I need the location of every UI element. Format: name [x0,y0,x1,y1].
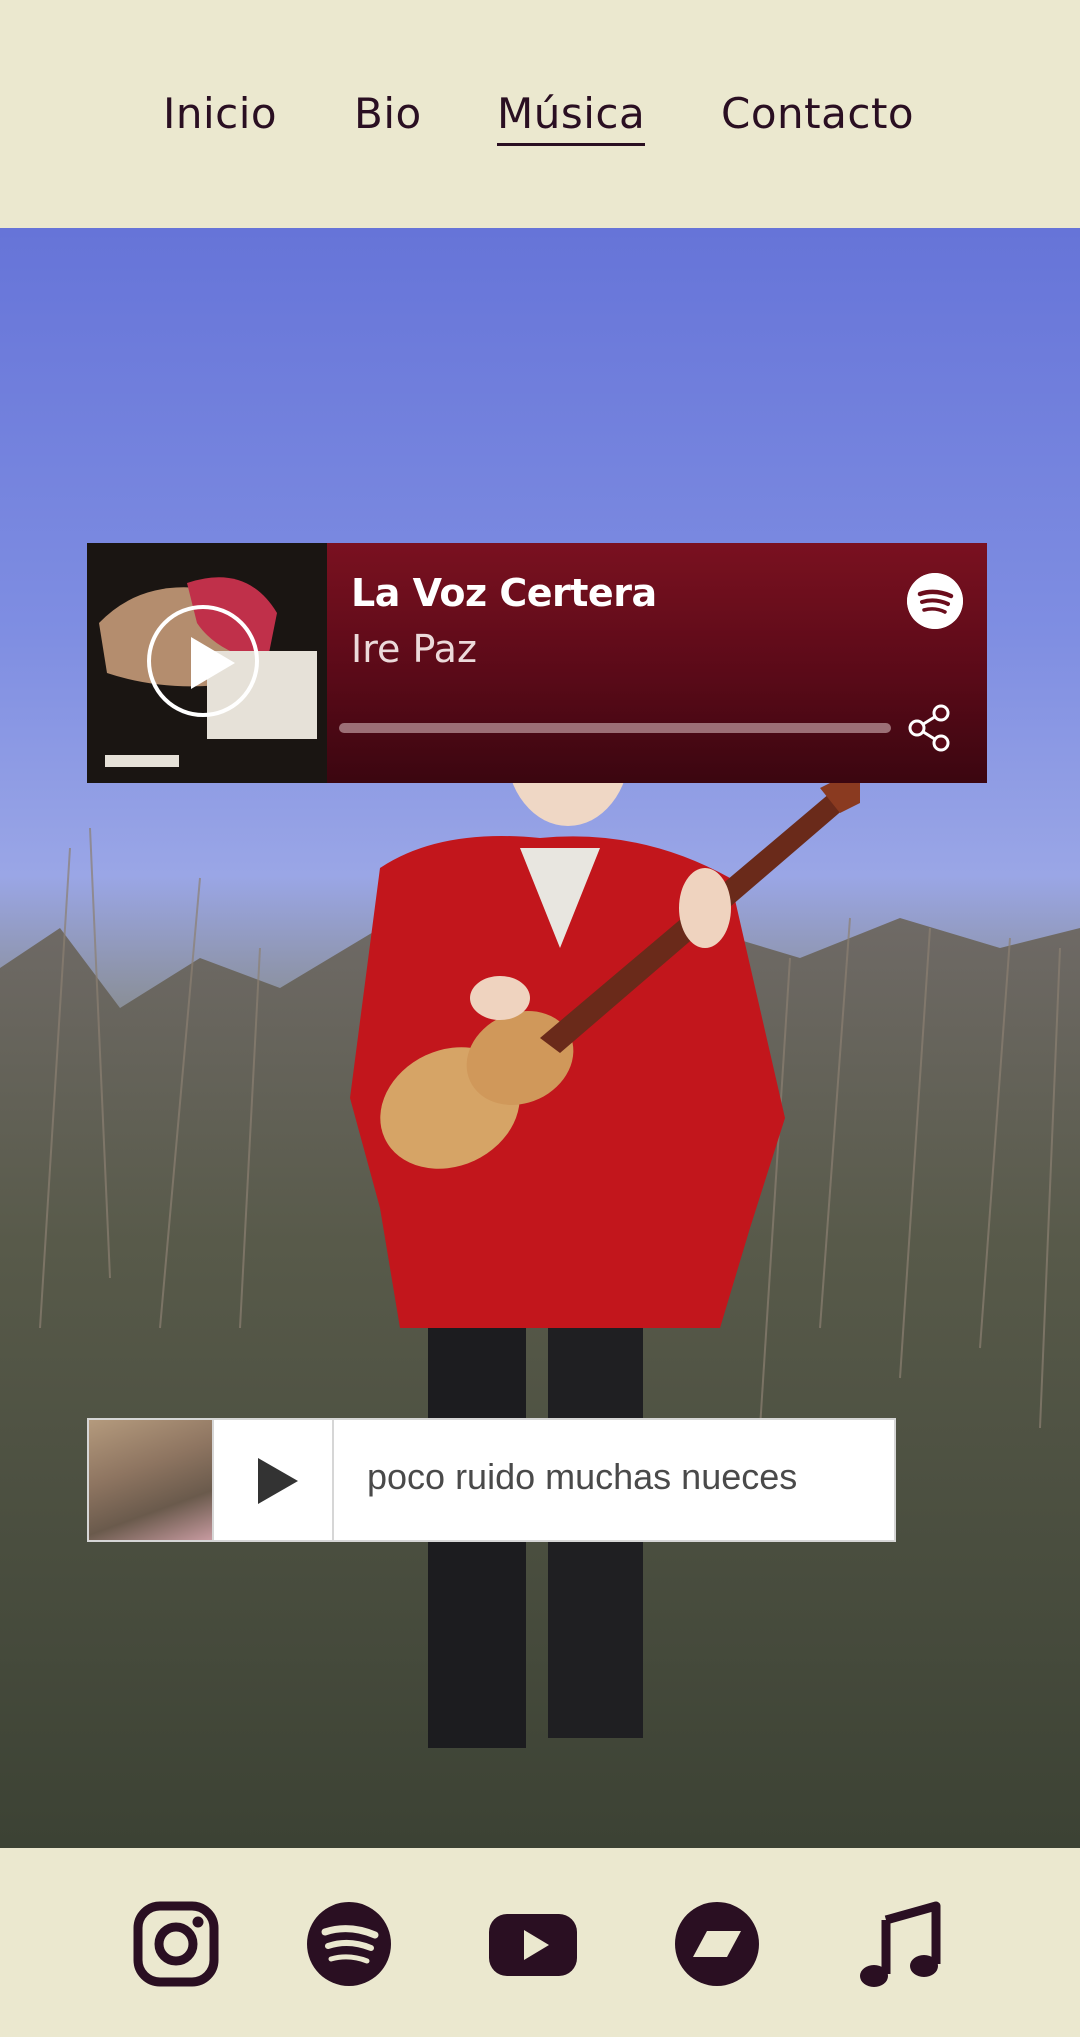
youtube-icon[interactable] [487,1898,579,1990]
hero-photo [0,658,1080,1848]
bandcamp-icon[interactable] [671,1898,763,1990]
spotify-icon[interactable] [303,1898,395,1990]
track-title[interactable]: poco ruido muchas nueces [367,1456,797,1498]
artist-name[interactable]: Ire Paz [351,627,477,671]
play-button[interactable] [212,1420,334,1540]
track-thumbnail [89,1420,212,1540]
nav-link-inicio[interactable]: Inicio [163,86,277,142]
share-icon[interactable] [905,703,953,753]
music-note-icon[interactable] [852,1898,944,1990]
social-footer [0,1848,1080,2037]
album-cover [87,543,327,783]
nav-link-bio[interactable]: Bio [354,86,422,142]
instagram-icon[interactable] [130,1898,222,1990]
spotify-icon[interactable] [907,573,963,629]
spotify-player: La Voz Certera Ire Paz [87,543,987,783]
track-title: La Voz Certera [351,571,657,615]
soundcloud-player: poco ruido muchas nueces [87,1418,896,1542]
top-nav: Inicio Bio Música Contacto [0,0,1080,228]
hero-section: La Voz Certera Ire Paz [0,228,1080,1848]
nav-link-contacto[interactable]: Contacto [721,86,914,142]
nav-link-musica[interactable]: Música [497,86,646,146]
play-button[interactable] [147,605,259,717]
progress-bar[interactable] [339,723,891,733]
